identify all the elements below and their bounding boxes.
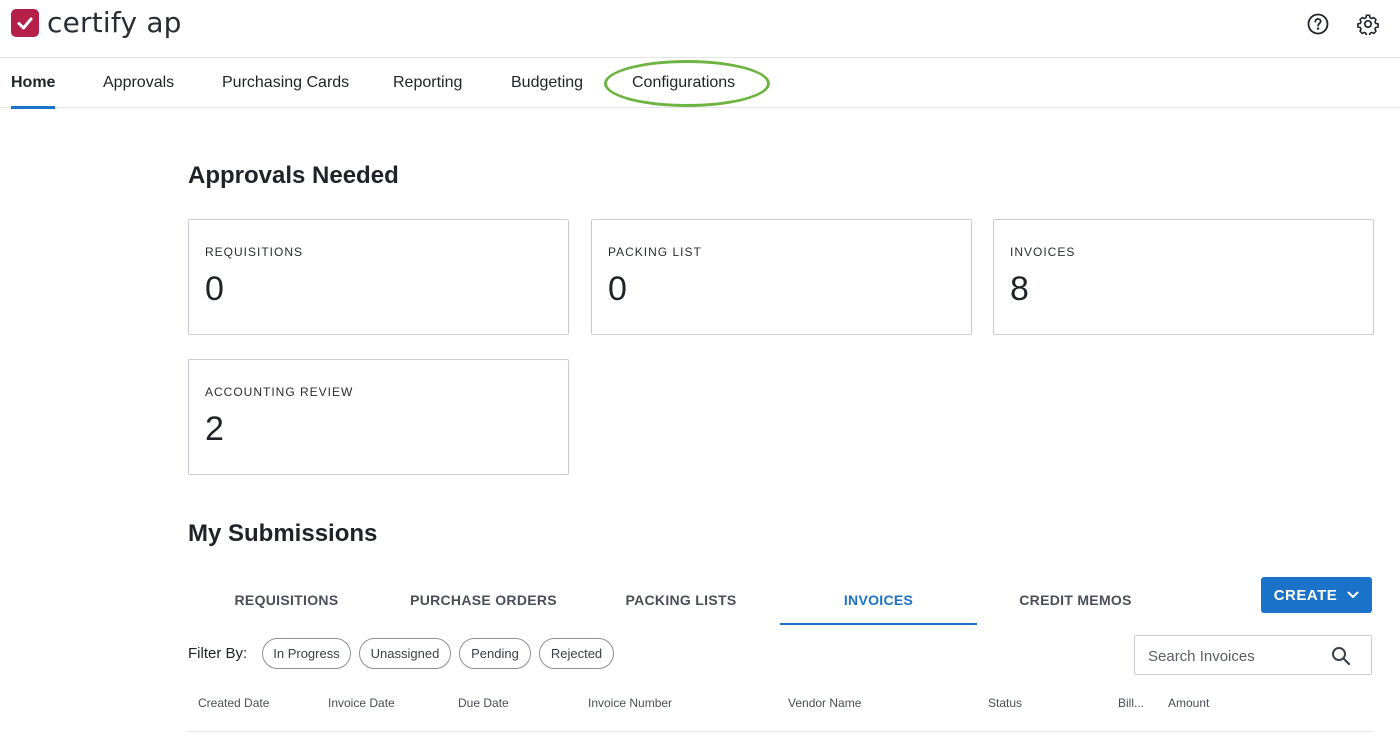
invoices-table-header: Created Date Invoice Date Due Date Invoi…	[188, 688, 1372, 732]
card-value: 0	[205, 270, 224, 308]
submission-tabs: REQUISITIONS PURCHASE ORDERS PACKING LIS…	[188, 577, 1131, 625]
filter-chip-in-progress[interactable]: In Progress	[262, 638, 351, 669]
nav-approvals[interactable]: Approvals	[103, 58, 174, 108]
checkmark-logo-icon	[11, 9, 39, 37]
approval-card-accounting-review[interactable]: ACCOUNTING REVIEW 2	[188, 359, 569, 475]
search-icon[interactable]	[1331, 646, 1351, 666]
column-due-date[interactable]: Due Date	[458, 688, 509, 718]
card-label: ACCOUNTING REVIEW	[205, 385, 354, 399]
card-label: REQUISITIONS	[205, 245, 304, 259]
column-created-date[interactable]: Created Date	[198, 688, 269, 718]
filter-chip-unassigned[interactable]: Unassigned	[359, 638, 451, 669]
app-logo-text: certify ap	[47, 6, 182, 39]
column-status[interactable]: Status	[988, 688, 1022, 718]
approvals-needed-title: Approvals Needed	[188, 162, 399, 189]
nav-purchasing-cards[interactable]: Purchasing Cards	[222, 58, 349, 108]
column-bill[interactable]: Bill...	[1118, 688, 1144, 718]
column-amount[interactable]: Amount	[1168, 688, 1209, 718]
approval-card-packing-list[interactable]: PACKING LIST 0	[591, 219, 972, 335]
approval-card-requisitions[interactable]: REQUISITIONS 0	[188, 219, 569, 335]
approval-card-invoices[interactable]: INVOICES 8	[993, 219, 1374, 335]
create-button-label: CREATE	[1273, 586, 1338, 604]
card-value: 8	[1010, 270, 1029, 308]
create-button[interactable]: CREATE	[1261, 577, 1372, 613]
card-value: 0	[608, 270, 627, 308]
search-box	[1134, 635, 1372, 675]
tab-credit-memos[interactable]: CREDIT MEMOS	[977, 577, 1174, 625]
column-invoice-date[interactable]: Invoice Date	[328, 688, 395, 718]
filter-chip-pending[interactable]: Pending	[459, 638, 531, 669]
nav-budgeting[interactable]: Budgeting	[511, 58, 583, 108]
help-circle-icon[interactable]	[1306, 12, 1330, 36]
my-submissions-title: My Submissions	[188, 520, 378, 547]
filter-label: Filter By:	[188, 645, 248, 662]
filter-chip-rejected[interactable]: Rejected	[539, 638, 614, 669]
tab-packing-lists[interactable]: PACKING LISTS	[582, 577, 780, 625]
card-label: INVOICES	[1010, 245, 1076, 259]
search-input[interactable]	[1148, 645, 1328, 667]
main-nav: Home Approvals Purchasing Cards Reportin…	[0, 58, 1400, 109]
card-label: PACKING LIST	[608, 245, 702, 259]
tab-requisitions[interactable]: REQUISITIONS	[188, 577, 385, 625]
app-logo[interactable]: certify ap	[11, 9, 182, 37]
tab-invoices[interactable]: INVOICES	[780, 577, 977, 625]
tab-purchase-orders[interactable]: PURCHASE ORDERS	[385, 577, 582, 625]
nav-home[interactable]: Home	[11, 58, 56, 109]
column-invoice-number[interactable]: Invoice Number	[588, 688, 672, 718]
column-vendor-name[interactable]: Vendor Name	[788, 688, 861, 718]
top-bar: certify ap	[0, 0, 1400, 58]
chevron-down-icon	[1347, 591, 1359, 598]
card-value: 2	[205, 410, 224, 448]
nav-reporting[interactable]: Reporting	[393, 58, 462, 108]
nav-configurations[interactable]: Configurations	[632, 58, 735, 108]
gear-icon[interactable]	[1356, 12, 1380, 36]
